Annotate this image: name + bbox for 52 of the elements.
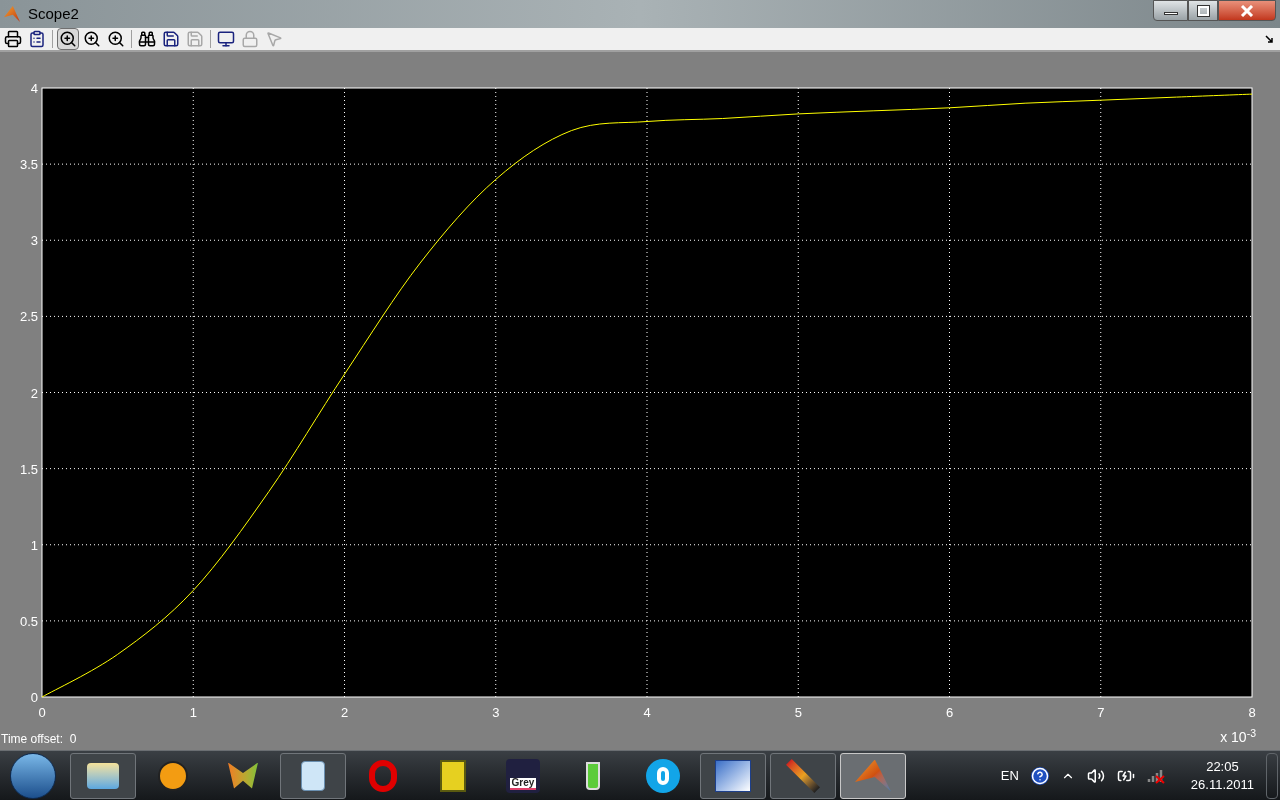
clipboard-icon	[28, 30, 46, 48]
clock-date: 26.11.2011	[1190, 775, 1254, 794]
y-tick-label: 0	[30, 690, 38, 705]
taskbar-button[interactable]	[840, 752, 906, 799]
y-tick-label: 1	[30, 537, 38, 553]
taskbar-button[interactable]: Grey	[490, 752, 556, 799]
x-tick-label: 4	[643, 705, 651, 720]
binoculars-icon	[138, 30, 156, 48]
x-tick-label: 5	[794, 705, 802, 720]
x-tick-label: 3	[492, 705, 500, 720]
restore-button[interactable]	[1188, 0, 1218, 21]
toolbar-button[interactable]	[57, 28, 79, 50]
close-icon	[1240, 4, 1254, 17]
glass-icon	[586, 761, 600, 790]
start-button[interactable]	[10, 752, 56, 799]
corner-arrow-icon	[1265, 34, 1274, 44]
x-tick-label: 0	[38, 705, 46, 720]
toolbar-button[interactable]	[2, 28, 24, 50]
time-offset-label: Time offset: 0	[0, 731, 77, 748]
speaker-icon	[1086, 766, 1105, 785]
signal-icon	[1146, 767, 1165, 784]
help-icon	[1030, 766, 1049, 785]
clock-time: 22:05	[1206, 757, 1239, 776]
magnifier-icon	[83, 30, 101, 48]
close-button[interactable]	[1218, 0, 1276, 21]
clock[interactable]: 22:05 26.11.2011	[1190, 757, 1254, 794]
y-tick-label: 1.5	[19, 461, 38, 477]
save-icon	[162, 30, 180, 48]
show-desktop-button[interactable]	[1266, 752, 1278, 799]
y-tick-label: 4	[30, 81, 38, 96]
y-tick-label: 3	[30, 233, 38, 249]
taskbar-button[interactable]	[70, 752, 136, 799]
x-tick-label: 2	[340, 705, 349, 720]
y-tick-label: 2	[30, 385, 38, 401]
taskbar-button[interactable]	[280, 752, 346, 799]
minimize-button[interactable]	[1153, 0, 1188, 21]
x-tick-label: 8	[1248, 705, 1256, 720]
monitor-icon	[217, 30, 235, 48]
magnifier-icon	[107, 30, 125, 48]
floppy-label: Grey	[509, 777, 537, 790]
x-tick-label: 6	[945, 705, 954, 720]
language-indicator[interactable]: EN	[1000, 765, 1019, 786]
x-tick-label: 1	[189, 705, 197, 720]
magnifier-icon	[59, 30, 77, 48]
y-tick-label: 0.5	[19, 613, 38, 629]
window-title: Scope2	[28, 3, 79, 24]
y-tick-label: 3.5	[19, 157, 38, 173]
x-tick-label: 7	[1097, 705, 1105, 720]
taskbar-button[interactable]	[700, 752, 766, 799]
axis-scale-label: x 10$^{-3}$	[1220, 730, 1256, 744]
printer-icon	[4, 30, 22, 48]
y-tick-label: 2.5	[19, 309, 38, 325]
